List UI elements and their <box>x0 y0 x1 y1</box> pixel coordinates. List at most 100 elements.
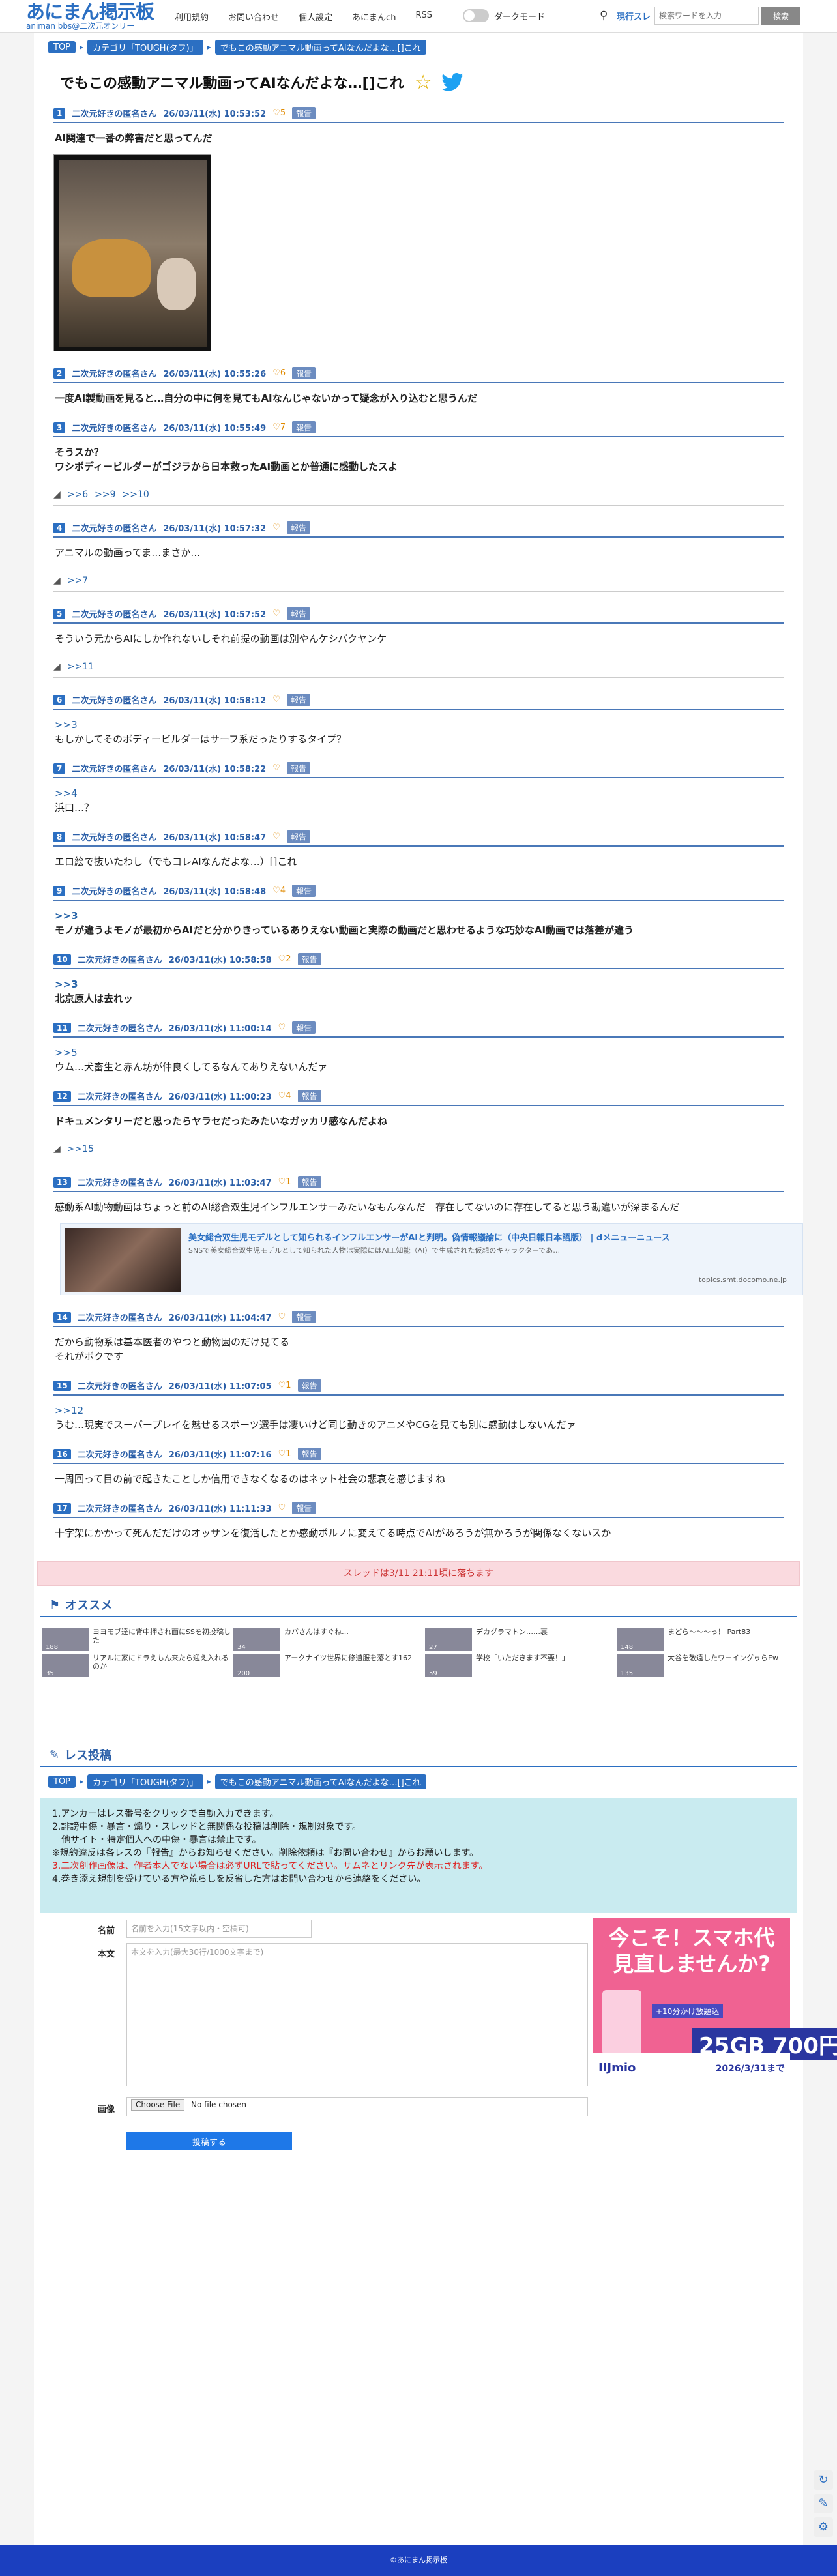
reply-link[interactable]: >>7 <box>67 576 88 586</box>
like-button[interactable]: ♡5 <box>272 108 286 118</box>
like-button[interactable]: ♡ <box>272 763 280 773</box>
report-button[interactable]: 報告 <box>292 107 316 119</box>
post-number[interactable]: 15 <box>53 1380 71 1391</box>
reply-link[interactable]: >>11 <box>67 662 94 672</box>
post-number[interactable]: 2 <box>53 368 66 379</box>
like-button[interactable]: ♡1 <box>278 1177 291 1187</box>
post-number[interactable]: 13 <box>53 1177 71 1188</box>
post-number[interactable]: 5 <box>53 608 66 619</box>
like-button[interactable]: ♡4 <box>272 886 286 896</box>
recommend-item[interactable]: 27 デカグラマトン……裏 <box>425 1628 615 1651</box>
reply-link[interactable]: >>9 <box>95 490 115 500</box>
recommend-item[interactable]: 148 まどら〜〜〜っ！ Part83 <box>617 1628 807 1651</box>
breadcrumb-thread[interactable]: でもこの感動アニマル動画ってAIなんだよな…[]これ <box>214 39 426 55</box>
post-number[interactable]: 11 <box>53 1022 71 1033</box>
recommend-item[interactable]: 34 カバさんはすぐね… <box>233 1628 424 1651</box>
like-button[interactable]: ♡6 <box>272 368 286 378</box>
post-number[interactable]: 12 <box>53 1090 71 1102</box>
post-number[interactable]: 3 <box>53 422 66 433</box>
post-number[interactable]: 14 <box>53 1311 71 1323</box>
breadcrumb-category[interactable]: カテゴリ「TOUGH(タフ)」 <box>87 1774 203 1789</box>
twitter-icon[interactable] <box>441 73 463 91</box>
search-input[interactable] <box>654 7 759 25</box>
report-button[interactable]: 報告 <box>297 1090 321 1102</box>
anchor-link[interactable]: >>5 <box>55 1046 784 1060</box>
breadcrumb-top[interactable]: TOP <box>48 40 76 53</box>
report-button[interactable]: 報告 <box>297 1379 321 1392</box>
dark-mode-toggle[interactable]: ダークモード <box>463 9 545 22</box>
report-button[interactable]: 報告 <box>292 1502 316 1514</box>
anchor-link[interactable]: >>12 <box>55 1403 784 1418</box>
like-button[interactable]: ♡ <box>272 832 280 842</box>
post-number[interactable]: 9 <box>53 885 66 896</box>
report-button[interactable]: 報告 <box>292 367 316 379</box>
report-button[interactable]: 報告 <box>286 762 310 774</box>
report-button[interactable]: 報告 <box>286 694 310 706</box>
anchor-link[interactable]: >>3 <box>55 718 784 732</box>
ad-banner[interactable]: 今こそ！スマホ代 見直しませんか? +10分かけ放題込 25GB 700円 IIJ… <box>593 1918 837 2081</box>
anchor-link[interactable]: >>3 <box>55 977 784 991</box>
post-image[interactable] <box>53 154 211 351</box>
breadcrumb-top[interactable]: TOP <box>48 1775 76 1788</box>
anchor-link[interactable]: >>4 <box>55 786 784 800</box>
name-field[interactable]: 名前を入力(15文字以内・空欄可) <box>126 1920 312 1938</box>
like-button[interactable]: ♡ <box>278 1023 286 1032</box>
search-button[interactable]: 検索 <box>761 7 801 25</box>
report-button[interactable]: 報告 <box>292 1311 316 1323</box>
reply-link[interactable]: >>10 <box>123 490 149 500</box>
gear-icon[interactable]: ⚙ <box>814 2517 833 2537</box>
post-number[interactable]: 16 <box>53 1448 71 1459</box>
report-button[interactable]: 報告 <box>286 521 310 534</box>
report-button[interactable]: 報告 <box>286 607 310 620</box>
link-preview-card[interactable]: 美女総合双生児モデルとして知られるインフルエンサーがAIと判明。偽情報議論に（中… <box>60 1223 803 1295</box>
like-button[interactable]: ♡1 <box>278 1449 291 1459</box>
breadcrumb-thread[interactable]: でもこの感動アニマル動画ってAIなんだよな…[]これ <box>214 1774 426 1789</box>
choose-file-button[interactable]: Choose File <box>131 2099 185 2111</box>
post-number[interactable]: 17 <box>53 1502 71 1514</box>
post-number[interactable]: 1 <box>53 108 66 119</box>
recommend-item[interactable]: 35 リアルに家にドラえもん来たら迎え入れるのか <box>42 1654 232 1677</box>
nav-terms[interactable]: 利用規約 <box>175 10 209 23</box>
recommend-item[interactable]: 135 大谷を敬遠したワーイングゥらEw <box>617 1654 807 1677</box>
toggle-switch[interactable] <box>463 9 489 22</box>
post-number[interactable]: 10 <box>53 954 71 965</box>
nav-animanch[interactable]: あにまんch <box>352 10 396 23</box>
nav-contact[interactable]: お問い合わせ <box>228 10 279 23</box>
site-logo[interactable]: あにまん掲示板 animan bbs@二次元オンリー <box>26 1 154 30</box>
like-button[interactable]: ♡ <box>278 1503 286 1513</box>
breadcrumb-category[interactable]: カテゴリ「TOUGH(タフ)」 <box>87 39 203 55</box>
anchor-link[interactable]: >>3 <box>55 909 784 923</box>
like-button[interactable]: ♡ <box>272 523 280 533</box>
report-button[interactable]: 報告 <box>286 830 310 843</box>
report-button[interactable]: 報告 <box>297 1448 321 1460</box>
report-button[interactable]: 報告 <box>292 885 316 897</box>
edit-icon[interactable]: ✎ <box>814 2494 833 2513</box>
like-button[interactable]: ♡ <box>272 609 280 619</box>
post-number[interactable]: 8 <box>53 831 66 842</box>
report-button[interactable]: 報告 <box>297 1176 321 1188</box>
reply-link[interactable]: >>15 <box>67 1144 94 1154</box>
report-button[interactable]: 報告 <box>292 1021 316 1034</box>
post-number[interactable]: 7 <box>53 763 66 774</box>
like-button[interactable]: ♡4 <box>278 1091 291 1101</box>
like-button[interactable]: ♡1 <box>278 1381 291 1390</box>
refresh-icon[interactable]: ↻ <box>814 2470 833 2490</box>
body-field[interactable]: 本文を入力(最大30行/1000文字まで) <box>126 1943 588 2086</box>
nav-rss[interactable]: RSS <box>415 10 432 23</box>
submit-button[interactable]: 投稿する <box>126 2132 292 2150</box>
star-icon[interactable]: ☆ <box>415 71 432 94</box>
like-button[interactable]: ♡ <box>278 1312 286 1322</box>
like-button[interactable]: ♡2 <box>278 954 291 964</box>
reply-link[interactable]: >>6 <box>67 490 88 500</box>
recommend-item[interactable]: 188 ヨヨモブ達に背中押され面にSSを初投稿した <box>42 1628 232 1651</box>
search-scope[interactable]: 現行スレ <box>617 10 651 22</box>
like-button[interactable]: ♡7 <box>272 422 286 432</box>
nav-settings[interactable]: 個人設定 <box>299 10 332 23</box>
image-file-input[interactable]: Choose File No file chosen <box>126 2097 588 2116</box>
post-number[interactable]: 4 <box>53 522 66 533</box>
like-button[interactable]: ♡ <box>272 695 280 705</box>
post-number[interactable]: 6 <box>53 694 66 705</box>
recommend-item[interactable]: 200 アークナイツ世界に修道服を落とす162 <box>233 1654 424 1677</box>
report-button[interactable]: 報告 <box>292 421 316 433</box>
report-button[interactable]: 報告 <box>297 953 321 965</box>
